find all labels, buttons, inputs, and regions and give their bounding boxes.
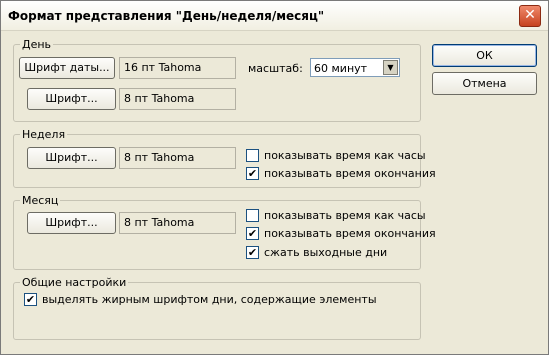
cancel-button[interactable]: Отмена xyxy=(432,72,537,95)
bold-days-label: выделять жирным шрифтом дни, содержащие … xyxy=(42,293,377,306)
month-hours-label: показывать время как часы xyxy=(264,209,426,222)
dialog-window: Формат представления "День/неделя/месяц"… xyxy=(0,0,549,355)
scale-label: масштаб: xyxy=(248,62,303,75)
window-title: Формат представления "День/неделя/месяц" xyxy=(8,9,325,23)
day-font-button[interactable]: Шрифт... xyxy=(27,88,116,110)
day-font-value: 8 пт Tahoma xyxy=(119,88,236,110)
day-group-legend: День xyxy=(20,38,54,51)
month-group-legend: Месяц xyxy=(20,194,61,207)
general-group: Общие настройки xyxy=(13,276,421,340)
month-font-button[interactable]: Шрифт... xyxy=(27,212,116,234)
week-hours-checkbox[interactable] xyxy=(246,149,259,162)
month-font-value: 8 пт Tahoma xyxy=(119,212,236,234)
month-compress-weekends-label: сжать выходные дни xyxy=(264,246,388,259)
general-group-legend: Общие настройки xyxy=(20,276,129,289)
ok-button[interactable]: ОК xyxy=(432,44,537,67)
day-group: День xyxy=(13,38,421,122)
week-end-time-checkbox[interactable]: ✔ xyxy=(246,167,259,180)
week-font-button[interactable]: Шрифт... xyxy=(27,147,116,169)
chevron-down-icon[interactable]: ▼ xyxy=(383,60,398,75)
month-hours-checkbox[interactable] xyxy=(246,209,259,222)
week-group-legend: Неделя xyxy=(20,128,68,141)
day-date-font-value: 16 пт Tahoma xyxy=(119,57,236,79)
week-hours-label: показывать время как часы xyxy=(264,149,426,162)
scale-select[interactable]: 60 минут ▼ xyxy=(310,58,400,77)
week-end-time-label: показывать время окончания xyxy=(264,167,436,180)
scale-select-value: 60 минут xyxy=(314,62,368,75)
week-font-value: 8 пт Tahoma xyxy=(119,147,236,169)
day-date-font-button[interactable]: Шрифт даты... xyxy=(19,57,115,79)
close-button[interactable]: ✕ xyxy=(519,5,541,27)
title-bar: Формат представления "День/неделя/месяц"… xyxy=(1,1,548,31)
month-end-time-checkbox[interactable]: ✔ xyxy=(246,227,259,240)
month-compress-weekends-checkbox[interactable]: ✔ xyxy=(246,246,259,259)
month-end-time-label: показывать время окончания xyxy=(264,227,436,240)
bold-days-checkbox[interactable]: ✔ xyxy=(24,293,37,306)
